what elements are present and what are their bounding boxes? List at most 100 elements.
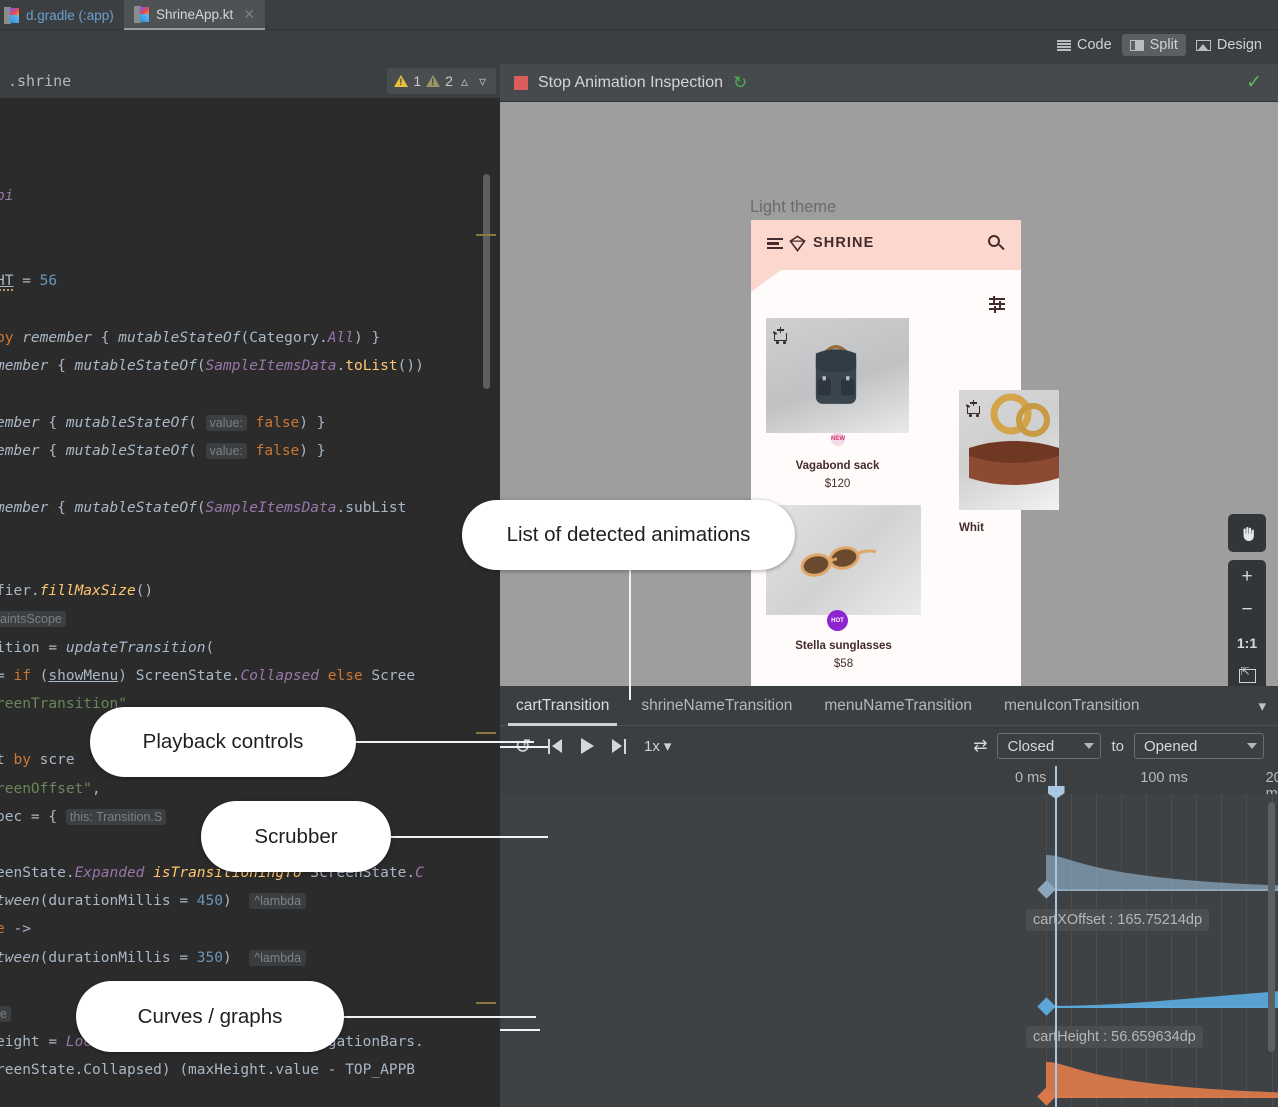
search-icon[interactable] bbox=[988, 235, 1005, 252]
gradle-icon bbox=[4, 7, 19, 24]
chevron-down-icon: ▾ bbox=[664, 737, 672, 755]
warning-icon bbox=[394, 75, 408, 87]
fit-screen-icon[interactable] bbox=[1228, 659, 1266, 686]
chevron-down-icon bbox=[1084, 743, 1094, 749]
code-line: pi bbox=[0, 182, 500, 211]
file-tab-label: ShrineApp.kt bbox=[156, 7, 233, 22]
lines-icon bbox=[1057, 40, 1071, 51]
scrubber-line[interactable] bbox=[1055, 766, 1057, 1107]
editor-mark bbox=[476, 1002, 496, 1004]
callout-leader bbox=[340, 1016, 536, 1018]
view-mode-split[interactable]: Split bbox=[1122, 34, 1186, 56]
breadcrumb[interactable]: .shrine bbox=[8, 72, 71, 90]
to-label: to bbox=[1111, 738, 1124, 755]
chevron-down-icon bbox=[1247, 743, 1257, 749]
play-icon[interactable] bbox=[572, 731, 602, 761]
animation-tab-label: cartTransition bbox=[516, 697, 609, 715]
timeline-lanes[interactable]: cartXOffset : 165.75214dpcartHeight : 56… bbox=[500, 794, 1278, 1107]
inspection-widget[interactable]: 1 2 ▵ ▿ bbox=[387, 68, 496, 94]
animation-tab-label: menuNameTransition bbox=[824, 697, 972, 715]
diamond-icon bbox=[788, 234, 807, 253]
hand-icon[interactable] bbox=[1228, 514, 1266, 552]
zoom-in-button[interactable]: + bbox=[1228, 560, 1266, 593]
code-text[interactable]: pi HT = 56 by remember { mutableStateOf(Ca… bbox=[0, 98, 500, 1107]
view-mode-label: Design bbox=[1217, 37, 1262, 53]
code-line: ition = updateTransition( bbox=[0, 634, 500, 663]
callout-playback-controls: Playback controls bbox=[90, 707, 356, 777]
timeline-tick-label: 100 ms bbox=[1140, 770, 1188, 786]
from-state-value: Closed bbox=[1007, 738, 1054, 755]
app-bar: SHRINE bbox=[751, 220, 1021, 270]
to-state-select[interactable]: Opened bbox=[1134, 733, 1264, 759]
file-tab-label: d.gradle (:app) bbox=[26, 8, 114, 23]
product-title: Stella sunglasses bbox=[766, 640, 921, 652]
file-tab-bar: d.gradle (:app) ✕ ShrineApp.kt ✕ bbox=[0, 0, 1278, 30]
file-tab-shrineapp[interactable]: ShrineApp.kt ✕ bbox=[124, 0, 265, 30]
product-title: Whit bbox=[959, 522, 1021, 534]
editor-scrollbar[interactable] bbox=[483, 174, 490, 389]
animation-curve-lane[interactable] bbox=[500, 794, 1278, 1107]
animation-tab-menuicontransition[interactable]: menuIconTransition bbox=[988, 686, 1156, 726]
view-mode-group: Code Split Design bbox=[1049, 34, 1270, 56]
ide-window: d.gradle (:app) ✕ ShrineApp.kt ✕ Code Sp… bbox=[0, 0, 1278, 1107]
stop-animation-label[interactable]: Stop Animation Inspection bbox=[538, 74, 723, 92]
swap-states-icon[interactable]: ⇄ bbox=[973, 736, 987, 756]
tune-icon[interactable] bbox=[989, 298, 1005, 311]
refresh-icon[interactable]: ↻ bbox=[733, 73, 747, 93]
view-mode-code[interactable]: Code bbox=[1049, 34, 1120, 56]
add-to-cart-icon[interactable] bbox=[966, 402, 983, 417]
code-line: HT = 56 bbox=[0, 267, 500, 296]
code-line: member { mutableStateOf(SampleItemsData.… bbox=[0, 352, 500, 381]
shrine-app-preview[interactable]: SHRINE bbox=[751, 220, 1021, 686]
skip-to-end-icon[interactable] bbox=[604, 731, 634, 761]
add-to-cart-icon[interactable] bbox=[773, 329, 790, 344]
timeline-ruler[interactable]: 0 ms100 ms200 ms300 ms400 ms500 ms bbox=[500, 766, 1278, 794]
chevron-down-icon[interactable]: ▾ bbox=[1258, 697, 1266, 715]
next-problem-icon[interactable]: ▿ bbox=[476, 73, 489, 90]
view-mode-design[interactable]: Design bbox=[1188, 34, 1270, 56]
code-line: e -> bbox=[0, 915, 500, 944]
callout-leader bbox=[500, 746, 548, 748]
animation-inspector-toolbar: Stop Animation Inspection ↻ ✓ bbox=[500, 64, 1278, 102]
timeline-scrollbar[interactable] bbox=[1268, 802, 1275, 1052]
playback-controls: ↺ 1x ▾ ⇄ Closed to Opened bbox=[500, 726, 1278, 766]
speed-selector[interactable]: 1x ▾ bbox=[644, 737, 671, 755]
to-state-value: Opened bbox=[1144, 738, 1197, 755]
product-price: $120 bbox=[766, 478, 909, 490]
prev-problem-icon[interactable]: ▵ bbox=[458, 73, 471, 90]
actual-size-button[interactable]: 1:1 bbox=[1228, 626, 1266, 659]
view-mode-label: Split bbox=[1150, 37, 1178, 53]
code-line: tween(durationMillis = 450) ^lambda bbox=[0, 887, 500, 916]
stop-square-icon[interactable] bbox=[514, 76, 528, 90]
callout-curves-graphs: Curves / graphs bbox=[76, 981, 344, 1052]
callout-leader bbox=[500, 1029, 540, 1031]
callout-text: Scrubber bbox=[254, 825, 337, 849]
split-icon bbox=[1130, 40, 1144, 51]
preview-pane: Stop Animation Inspection ↻ ✓ Light them… bbox=[500, 64, 1278, 1107]
callout-leader bbox=[629, 560, 631, 700]
hamburger-icon[interactable] bbox=[767, 238, 783, 249]
image-icon bbox=[1196, 40, 1211, 51]
speed-label: 1x bbox=[644, 738, 660, 755]
product-price: $58 bbox=[766, 658, 921, 670]
code-line: by remember { mutableStateOf(Category.Al… bbox=[0, 324, 500, 353]
close-icon[interactable]: ✕ bbox=[243, 6, 255, 23]
app-title: SHRINE bbox=[813, 235, 874, 251]
breadcrumb-bar: .shrine 1 2 ▵ ▿ bbox=[0, 64, 500, 98]
editor-mark bbox=[476, 234, 496, 236]
from-state-select[interactable]: Closed bbox=[997, 733, 1101, 759]
preview-canvas[interactable]: Light theme SHRINE bbox=[500, 102, 1278, 686]
zoom-out-button[interactable]: − bbox=[1228, 593, 1266, 626]
zoom-button-group: + − 1:1 bbox=[1228, 560, 1266, 686]
animation-timeline[interactable]: 0 ms100 ms200 ms300 ms400 ms500 ms cartX… bbox=[500, 766, 1278, 1107]
code-line: member { mutableStateOf(SampleItemsData.… bbox=[0, 494, 500, 523]
code-editor-pane: .shrine 1 2 ▵ ▿ pi HT = 56 by remember { m… bbox=[0, 64, 500, 1107]
animation-tab-label: menuIconTransition bbox=[1004, 697, 1140, 715]
animation-tab-shrinenametransition[interactable]: shrineNameTransition bbox=[625, 686, 808, 726]
animation-tab-bar: cartTransition shrineNameTransition menu… bbox=[500, 686, 1278, 726]
animation-tab-menunametransition[interactable]: menuNameTransition bbox=[808, 686, 988, 726]
canvas-zoom-controls: + − 1:1 bbox=[1228, 514, 1266, 686]
code-line: ember { mutableStateOf( value: false) } bbox=[0, 437, 500, 466]
animation-tab-carttransition[interactable]: cartTransition bbox=[500, 686, 625, 726]
code-line: aintsScope bbox=[0, 605, 500, 634]
